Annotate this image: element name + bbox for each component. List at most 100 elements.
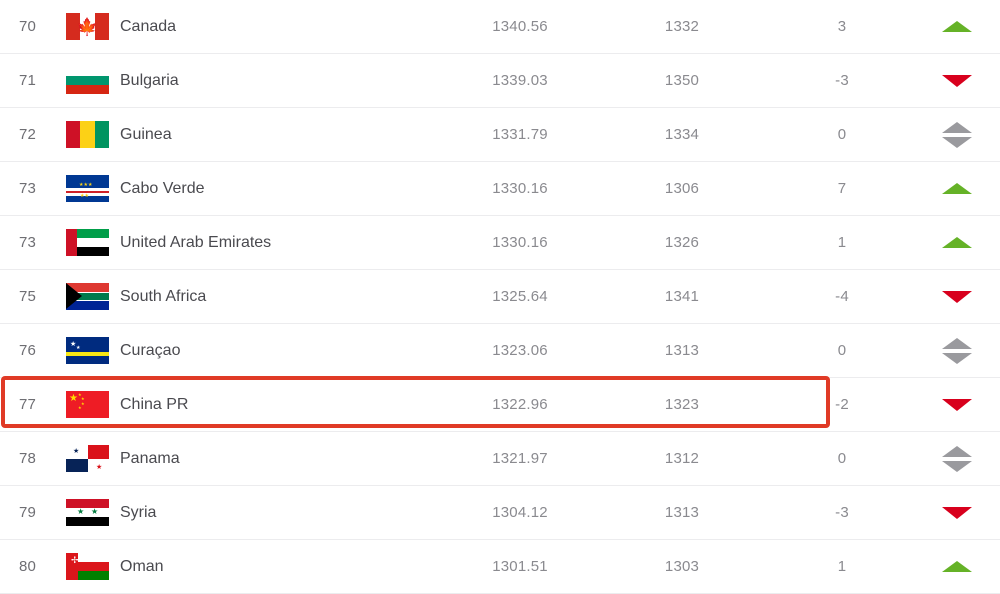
rank-cell: 78: [19, 450, 37, 467]
country-name: South Africa: [120, 287, 207, 305]
previous-points-cell: 1303: [664, 558, 700, 575]
rank-cell: 77: [19, 396, 37, 413]
country-name: Panama: [120, 449, 180, 467]
ranking-rows: 70 🍁 Canada 1340.56 1332 3 71 Bulgaria 1339.03 13…: [0, 0, 1000, 594]
difference-cell: -2: [835, 396, 849, 413]
previous-points-cell: 1313: [664, 504, 700, 521]
team-cell[interactable]: Bulgaria: [66, 67, 438, 94]
table-row[interactable]: 72 Guinea 1331.79 1334 0: [0, 108, 1000, 162]
country-name: Syria: [120, 503, 157, 521]
rank-cell: 79: [19, 504, 37, 521]
points-cell: 1325.64: [492, 288, 548, 305]
panama-flag: ★ ★: [66, 445, 109, 472]
table-row[interactable]: 73 United Arab Emirates 1330.16 1326 1: [0, 216, 1000, 270]
country-name: China PR: [120, 395, 189, 413]
country-name: Guinea: [120, 125, 172, 143]
uae-flag: [66, 229, 109, 256]
points-cell: 1301.51: [492, 558, 548, 575]
rank-cell: 72: [19, 126, 37, 143]
ranking-table: 70 🍁 Canada 1340.56 1332 3 71 Bulgaria 1339.03 13…: [0, 0, 1000, 594]
rank-cell: 80: [19, 558, 37, 575]
table-row[interactable]: 79 ★ ★ Syria 1304.12 1313 -3: [0, 486, 1000, 540]
table-row[interactable]: 71 Bulgaria 1339.03 1350 -3: [0, 54, 1000, 108]
points-cell: 1322.96: [492, 396, 548, 413]
team-cell[interactable]: Guinea: [66, 121, 438, 148]
difference-cell: -3: [835, 504, 849, 521]
points-cell: 1330.16: [492, 180, 548, 197]
rank-cell: 73: [19, 180, 37, 197]
table-row[interactable]: 76 ★ ★ Curaçao 1323.06 1313 0: [0, 324, 1000, 378]
country-name: Canada: [120, 17, 177, 35]
rank-cell: 71: [19, 72, 37, 89]
previous-points-cell: 1332: [664, 18, 700, 35]
previous-points-cell: 1334: [664, 126, 700, 143]
bulgaria-flag: [66, 67, 109, 94]
rank-cell: 73: [19, 234, 37, 251]
difference-cell: 0: [837, 342, 847, 359]
difference-cell: 3: [837, 18, 847, 35]
guinea-flag: [66, 121, 109, 148]
syria-flag: ★ ★: [66, 499, 109, 526]
team-cell[interactable]: ★ ★ Syria: [66, 499, 438, 526]
cabo-verde-flag: ★★★ ★★: [66, 175, 109, 202]
arrow-up-green-icon: [922, 561, 1000, 572]
rank-cell: 76: [19, 342, 37, 359]
arrow-up-green-icon: [922, 237, 1000, 248]
points-cell: 1340.56: [492, 18, 548, 35]
south-africa-flag: [66, 283, 109, 310]
team-cell[interactable]: 🍁 Canada: [66, 13, 438, 40]
arrow-updown-gray-icon: [922, 121, 1000, 148]
arrow-updown-gray-icon: [922, 337, 1000, 364]
table-row[interactable]: 75 South Africa 1325.64 1341 -4: [0, 270, 1000, 324]
points-cell: 1339.03: [492, 72, 548, 89]
arrow-down-red-icon: [922, 74, 1000, 87]
points-cell: 1330.16: [492, 234, 548, 251]
table-row[interactable]: 73 ★★★ ★★ Cabo Verde 1330.16 1306 7: [0, 162, 1000, 216]
country-name: United Arab Emirates: [120, 233, 272, 251]
arrow-up-green-icon: [922, 183, 1000, 194]
points-cell: 1331.79: [492, 126, 548, 143]
country-name: Oman: [120, 557, 164, 575]
rank-cell: 70: [19, 18, 37, 35]
team-cell[interactable]: South Africa: [66, 283, 438, 310]
team-cell[interactable]: ✢ Oman: [66, 553, 438, 580]
arrow-down-red-icon: [922, 506, 1000, 519]
curacao-flag: ★ ★: [66, 337, 109, 364]
previous-points-cell: 1312: [664, 450, 700, 467]
arrow-down-red-icon: [922, 398, 1000, 411]
china-flag: ★ ★ ★ ★ ★: [66, 391, 109, 418]
points-cell: 1323.06: [492, 342, 548, 359]
table-row[interactable]: 78 ★ ★ Panama 1321.97 1312 0: [0, 432, 1000, 486]
difference-cell: 1: [837, 558, 847, 575]
previous-points-cell: 1306: [664, 180, 700, 197]
previous-points-cell: 1313: [664, 342, 700, 359]
table-row[interactable]: 77 ★ ★ ★ ★ ★ China PR 1322.96 1323 -2: [0, 378, 1000, 432]
team-cell[interactable]: ★ ★ Panama: [66, 445, 438, 472]
difference-cell: 1: [837, 234, 847, 251]
team-cell[interactable]: ★ ★ Curaçao: [66, 337, 438, 364]
team-cell[interactable]: ★★★ ★★ Cabo Verde: [66, 175, 438, 202]
difference-cell: 0: [837, 450, 847, 467]
difference-cell: -3: [835, 72, 849, 89]
country-name: Bulgaria: [120, 71, 179, 89]
canada-flag: 🍁: [66, 13, 109, 40]
country-name: Curaçao: [120, 341, 181, 359]
country-name: Cabo Verde: [120, 179, 205, 197]
previous-points-cell: 1350: [664, 72, 700, 89]
points-cell: 1304.12: [492, 504, 548, 521]
arrow-down-red-icon: [922, 290, 1000, 303]
previous-points-cell: 1323: [664, 396, 700, 413]
difference-cell: 7: [837, 180, 847, 197]
points-cell: 1321.97: [492, 450, 548, 467]
team-cell[interactable]: ★ ★ ★ ★ ★ China PR: [66, 391, 438, 418]
previous-points-cell: 1341: [664, 288, 700, 305]
arrow-up-green-icon: [922, 21, 1000, 32]
team-cell[interactable]: United Arab Emirates: [66, 229, 438, 256]
oman-flag: ✢: [66, 553, 109, 580]
previous-points-cell: 1326: [664, 234, 700, 251]
difference-cell: -4: [835, 288, 849, 305]
table-row[interactable]: 80 ✢ Oman 1301.51 1303 1: [0, 540, 1000, 594]
rank-cell: 75: [19, 288, 37, 305]
difference-cell: 0: [837, 126, 847, 143]
table-row[interactable]: 70 🍁 Canada 1340.56 1332 3: [0, 0, 1000, 54]
